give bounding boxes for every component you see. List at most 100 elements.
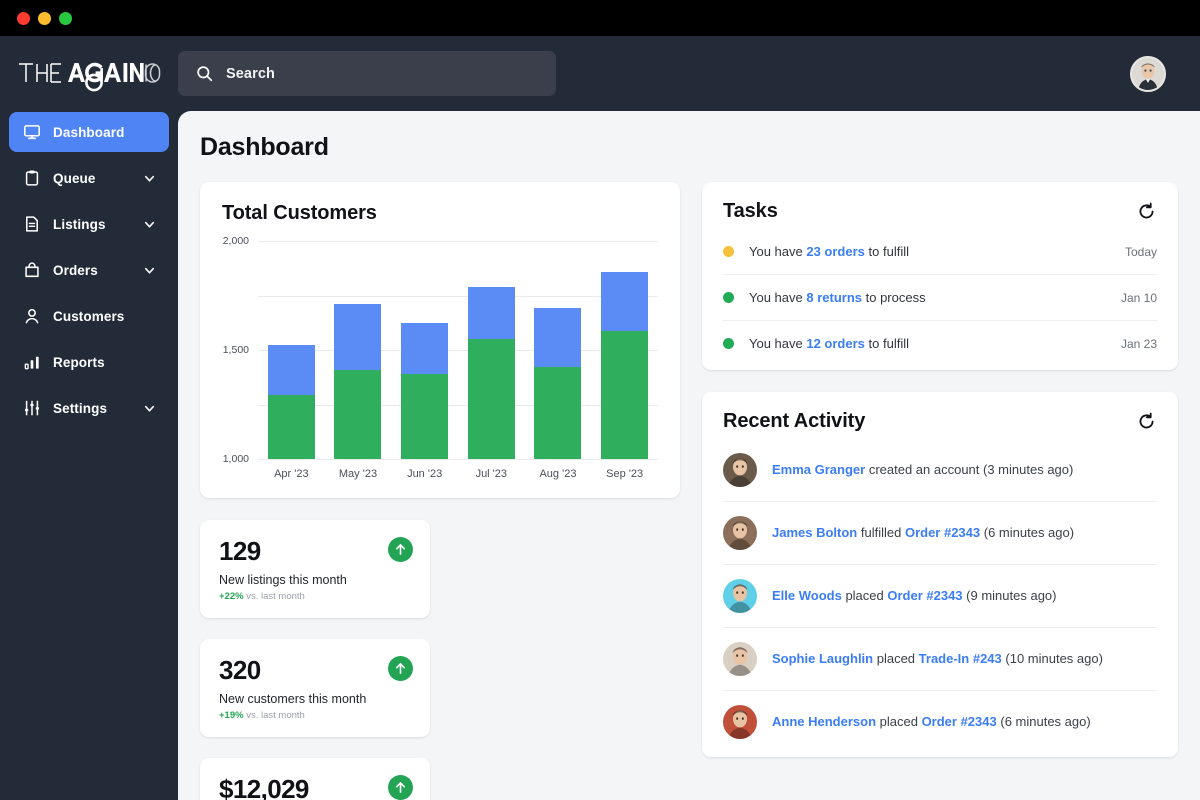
task-link[interactable]: 23 orders bbox=[806, 244, 865, 259]
bar-column[interactable] bbox=[534, 241, 582, 459]
activity-user-link[interactable]: Elle Woods bbox=[772, 588, 842, 603]
x-axis-tick-label: Jun '23 bbox=[407, 468, 443, 480]
sidebar-item-label: Orders bbox=[53, 262, 98, 278]
bar-segment-returning bbox=[401, 373, 449, 459]
tasks-panel-header: Tasks bbox=[723, 200, 1157, 223]
stat-card[interactable]: 320 New customers this month +19% vs. last… bbox=[200, 639, 430, 738]
activity-target-link[interactable]: Order #2343 bbox=[905, 525, 980, 540]
bar-segment-new bbox=[534, 308, 582, 367]
activity-text: Sophie Laughlin placed Trade-In #243 (10… bbox=[772, 650, 1103, 666]
user-icon bbox=[22, 306, 42, 326]
avatar bbox=[723, 579, 757, 613]
task-row[interactable]: You have 8 returns to process Jan 10 bbox=[723, 274, 1157, 320]
window-minimize-button[interactable] bbox=[38, 11, 51, 25]
window-title-bar bbox=[0, 0, 1200, 36]
sidebar-item-label: Reports bbox=[53, 354, 105, 370]
stat-delta-percent: +22% bbox=[219, 591, 244, 603]
task-date: Today bbox=[1124, 244, 1157, 259]
window-close-button[interactable] bbox=[17, 11, 30, 25]
avatar bbox=[723, 453, 757, 487]
sidebar-item-label: Queue bbox=[53, 170, 96, 186]
logo-mark: THEAGAINCO bbox=[16, 54, 162, 94]
stat-card[interactable]: $12,029New revenue this month+21% vs. la… bbox=[200, 758, 430, 800]
sidebar-item-reports[interactable]: Reports bbox=[9, 342, 169, 382]
chevron-down-icon[interactable] bbox=[143, 402, 156, 415]
sidebar-item-settings[interactable]: Settings bbox=[9, 388, 169, 428]
task-status-dot bbox=[723, 246, 734, 257]
sidebar-item-label: Dashboard bbox=[53, 124, 125, 140]
task-text: You have 12 orders to fulfill bbox=[749, 336, 909, 351]
bar-segment-returning bbox=[334, 369, 382, 459]
activity-user-link[interactable]: Emma Granger bbox=[772, 462, 865, 477]
monitor-icon bbox=[22, 122, 42, 142]
y-axis-tick-label: 2,000 bbox=[222, 235, 249, 247]
tasks-panel: Tasks You have 23 orders to fulfill Today… bbox=[702, 182, 1178, 370]
tasks-list: You have 23 orders to fulfill Today You ha… bbox=[723, 229, 1157, 366]
bar-column[interactable] bbox=[601, 241, 649, 459]
sidebar-item-label: Listings bbox=[53, 216, 106, 232]
chevron-down-icon[interactable] bbox=[143, 172, 156, 185]
activity-target-link[interactable]: Trade-In #243 bbox=[919, 651, 1002, 666]
stat-delta: +22% vs. last month bbox=[219, 591, 305, 603]
chart-title: Total Customers bbox=[222, 202, 377, 224]
clipboard-icon bbox=[22, 168, 42, 188]
task-status-dot bbox=[723, 338, 734, 349]
activity-timestamp: (10 minutes ago) bbox=[1005, 650, 1103, 666]
task-date: Jan 23 bbox=[1120, 336, 1157, 351]
refresh-icon[interactable] bbox=[1135, 411, 1157, 433]
activity-row[interactable]: Elle Woods placed Order #2343 (9 minutes… bbox=[723, 564, 1157, 627]
brand-logo[interactable]: THEAGAINCO bbox=[0, 36, 178, 111]
activity-text: Anne Henderson placed Order #2343 (6 min… bbox=[772, 713, 1091, 729]
tasks-title: Tasks bbox=[723, 200, 778, 222]
task-text: You have 8 returns to process bbox=[749, 290, 926, 305]
activity-row[interactable]: Anne Henderson placed Order #2343 (6 min… bbox=[723, 690, 1157, 753]
activity-target-link[interactable]: Order #2343 bbox=[922, 714, 997, 729]
activity-row[interactable]: James Bolton fulfilled Order #2343 (6 mi… bbox=[723, 501, 1157, 564]
activity-row[interactable]: Sophie Laughlin placed Trade-In #243 (10… bbox=[723, 627, 1157, 690]
sidebar-item-customers[interactable]: Customers bbox=[9, 296, 169, 336]
sidebar-item-listings[interactable]: Listings bbox=[9, 204, 169, 244]
logo-svg bbox=[19, 62, 161, 91]
bar-column[interactable] bbox=[401, 241, 449, 459]
task-row[interactable]: You have 23 orders to fulfill Today bbox=[723, 229, 1157, 274]
activity-user-link[interactable]: James Bolton bbox=[772, 525, 857, 540]
bar-segment-new bbox=[334, 303, 382, 370]
activity-target-link[interactable]: Order #2343 bbox=[887, 588, 962, 603]
bar-column[interactable] bbox=[334, 241, 382, 459]
window-maximize-button[interactable] bbox=[59, 11, 72, 25]
bar-column[interactable] bbox=[267, 241, 315, 459]
x-axis-tick-label: Apr '23 bbox=[274, 468, 309, 480]
chevron-down-icon[interactable] bbox=[143, 264, 156, 277]
search-placeholder: Search bbox=[226, 65, 275, 82]
user-avatar[interactable] bbox=[1130, 55, 1166, 92]
task-text: You have 23 orders to fulfill bbox=[749, 244, 909, 259]
x-axis-tick-label: Aug '23 bbox=[539, 468, 577, 480]
total-customers-chart-card: Total Customers 2,0001,5001,0005000 Apr … bbox=[200, 182, 680, 683]
chevron-down-icon[interactable] bbox=[143, 218, 156, 231]
stat-card[interactable]: 129 New listings this month +22% vs. last … bbox=[200, 520, 430, 619]
activity-row[interactable]: Emma Granger created an account (3 minut… bbox=[723, 439, 1157, 501]
sidebar-item-queue[interactable]: Queue bbox=[9, 158, 169, 198]
sidebar-item-dashboard[interactable]: Dashboard bbox=[9, 112, 169, 152]
task-row[interactable]: You have 12 orders to fulfill Jan 23 bbox=[723, 320, 1157, 366]
refresh-icon[interactable] bbox=[1135, 201, 1157, 223]
y-axis-tick-label: 1,000 bbox=[222, 453, 249, 465]
y-axis-tick-label: 1,500 bbox=[222, 344, 249, 356]
activity-user-link[interactable]: Anne Henderson bbox=[772, 714, 876, 729]
task-date: Jan 10 bbox=[1120, 290, 1157, 305]
bar-segment-returning bbox=[601, 331, 649, 459]
activity-user-link[interactable]: Sophie Laughlin bbox=[772, 651, 873, 666]
avatar bbox=[723, 705, 757, 739]
bar-segment-new bbox=[601, 271, 649, 332]
recent-activity-panel: Recent Activity Emma Granger created an … bbox=[702, 392, 1178, 757]
bar-column[interactable] bbox=[467, 241, 515, 459]
task-link[interactable]: 8 returns bbox=[806, 290, 862, 305]
task-link[interactable]: 12 orders bbox=[806, 336, 865, 351]
trend-up-icon bbox=[388, 775, 413, 800]
sidebar-item-orders[interactable]: Orders bbox=[9, 250, 169, 290]
activity-panel-header: Recent Activity bbox=[723, 410, 1157, 433]
search-input[interactable]: Search bbox=[178, 51, 556, 96]
right-column: Tasks You have 23 orders to fulfill Today… bbox=[702, 182, 1178, 779]
task-status-dot bbox=[723, 292, 734, 303]
left-column: Total Customers 2,0001,5001,0005000 Apr … bbox=[200, 182, 680, 800]
